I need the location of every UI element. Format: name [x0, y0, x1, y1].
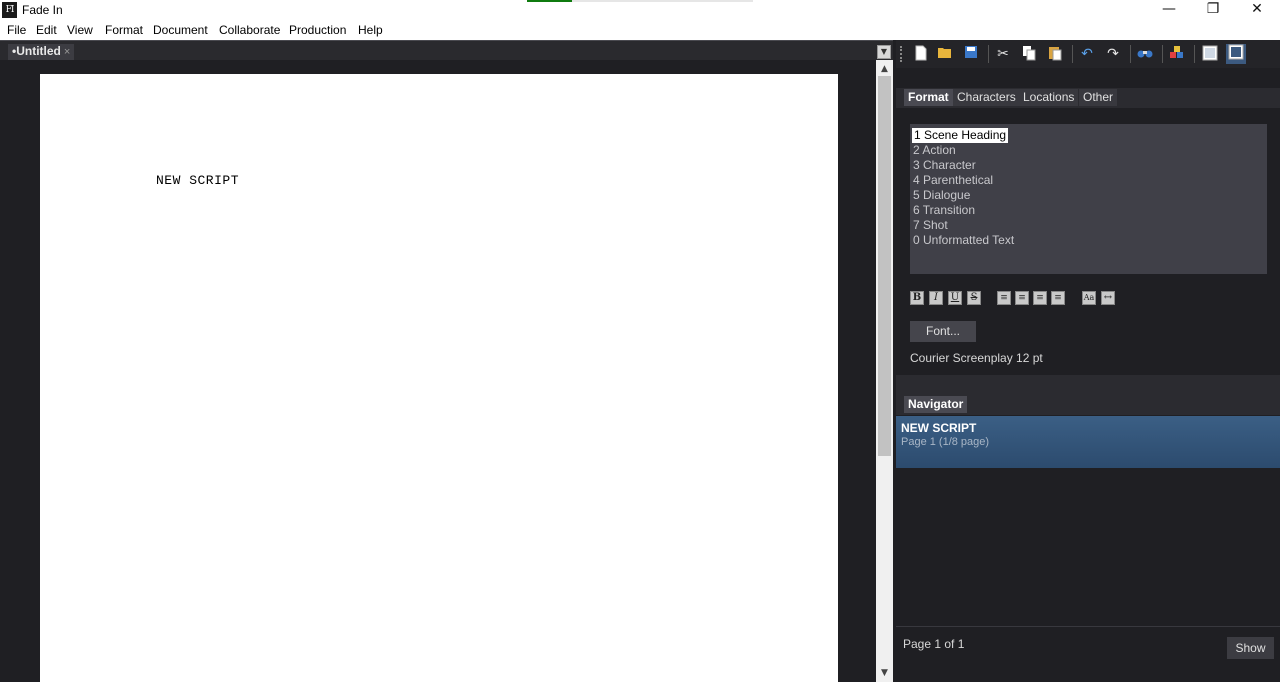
- format-scene-heading[interactable]: 1 Scene Heading: [912, 128, 1009, 143]
- title-bar: FI Fade In — ❐ ✕: [0, 0, 1280, 21]
- align-justify-icon[interactable]: ≡: [1051, 291, 1065, 305]
- menu-format[interactable]: Format: [105, 23, 143, 37]
- menu-production[interactable]: Production: [289, 23, 346, 37]
- tab-locations[interactable]: Locations: [1019, 89, 1079, 106]
- title-progress-fill: [527, 0, 573, 2]
- cut-icon[interactable]: ✂: [994, 45, 1012, 63]
- fade-in-window: FI Fade In — ❐ ✕ File Edit View Format D…: [0, 0, 1280, 682]
- main-toolbar: ✂ ↶ ↷: [896, 40, 1280, 68]
- toolbar-separator: [1194, 45, 1195, 63]
- find-binoculars-icon[interactable]: [1136, 45, 1154, 63]
- page-count-label: Page 1 of 1: [903, 637, 965, 651]
- redo-icon[interactable]: ↷: [1104, 45, 1122, 63]
- element-format-list[interactable]: 1 Scene Heading 2 Action 3 Character 4 P…: [910, 124, 1267, 274]
- format-parenthetical[interactable]: 4 Parenthetical: [912, 173, 1265, 188]
- new-document-icon[interactable]: [912, 45, 930, 63]
- menu-file[interactable]: File: [7, 23, 26, 37]
- format-transition[interactable]: 6 Transition: [912, 203, 1265, 218]
- format-tabs-bar: Format Characters Locations Other: [896, 88, 1280, 108]
- menu-bar: File Edit View Format Document Collabora…: [0, 21, 1280, 40]
- scene-heading-text[interactable]: NEW SCRIPT: [156, 173, 239, 188]
- script-page[interactable]: NEW SCRIPT: [40, 74, 838, 682]
- menu-collaborate[interactable]: Collaborate: [219, 23, 280, 37]
- toolbar-separator: [1162, 45, 1163, 63]
- font-button[interactable]: Font...: [910, 321, 976, 342]
- format-dialogue[interactable]: 5 Dialogue: [912, 188, 1265, 203]
- align-right-icon[interactable]: ≡: [1033, 291, 1047, 305]
- italic-button[interactable]: I: [929, 291, 943, 305]
- title-progress-bar: [527, 0, 753, 2]
- tab-format[interactable]: Format: [904, 89, 953, 106]
- side-panel: ✂ ↶ ↷ Format Characters Locations Other …: [896, 40, 1280, 682]
- tab-other[interactable]: Other: [1079, 89, 1118, 106]
- menu-edit[interactable]: Edit: [36, 23, 57, 37]
- menu-view[interactable]: View: [67, 23, 93, 37]
- navigator-tabs-bar: Navigator: [896, 395, 1280, 415]
- scroll-down-icon[interactable]: ▼: [876, 666, 893, 680]
- menu-document[interactable]: Document: [153, 23, 208, 37]
- change-case-button[interactable]: Aa: [1082, 291, 1096, 305]
- tab-list-dropdown-icon[interactable]: ▼: [877, 45, 891, 59]
- menu-help[interactable]: Help: [358, 23, 383, 37]
- app-logo-icon: FI: [2, 2, 17, 18]
- side-panel-view-icon[interactable]: [1226, 44, 1246, 64]
- tab-navigator[interactable]: Navigator: [904, 396, 968, 413]
- navigator-item[interactable]: NEW SCRIPT Page 1 (1/8 page): [896, 416, 1280, 468]
- open-folder-icon[interactable]: [936, 45, 954, 63]
- highlight-icon[interactable]: [1168, 45, 1186, 63]
- script-editor[interactable]: NEW SCRIPT: [0, 60, 876, 682]
- footer-divider: [896, 626, 1280, 627]
- editor-scrollbar[interactable]: ▲ ▼: [876, 60, 893, 682]
- format-shot[interactable]: 7 Shot: [912, 218, 1265, 233]
- scrollbar-thumb[interactable]: [878, 76, 891, 456]
- single-page-view-icon[interactable]: [1201, 45, 1219, 63]
- tab-characters[interactable]: Characters: [953, 89, 1020, 106]
- copy-icon[interactable]: [1020, 45, 1038, 63]
- bold-button[interactable]: B: [910, 291, 924, 305]
- align-left-icon[interactable]: ≡: [997, 291, 1011, 305]
- close-tab-icon[interactable]: ×: [64, 46, 70, 58]
- paste-icon[interactable]: [1046, 45, 1064, 63]
- close-window-button[interactable]: ✕: [1235, 0, 1279, 21]
- format-character[interactable]: 3 Character: [912, 158, 1265, 173]
- maximize-button[interactable]: ❐: [1191, 0, 1235, 21]
- show-button[interactable]: Show: [1227, 637, 1274, 659]
- toolbar-separator: [1072, 45, 1073, 63]
- format-action[interactable]: 2 Action: [912, 143, 1265, 158]
- strikethrough-button[interactable]: S: [967, 291, 981, 305]
- panel-divider: [896, 375, 1280, 397]
- minimize-button[interactable]: —: [1147, 0, 1191, 21]
- font-info-label: Courier Screenplay 12 pt: [910, 351, 1043, 365]
- toolbar-separator: [1130, 45, 1131, 63]
- toolbar-grip-icon[interactable]: [900, 46, 902, 62]
- document-tab-strip: •Untitled × ▼: [0, 40, 893, 60]
- align-center-icon[interactable]: ≡: [1015, 291, 1029, 305]
- spacing-arrows-icon[interactable]: ↔: [1101, 291, 1115, 305]
- window-title: Fade In: [22, 3, 63, 17]
- document-tab-label: •Untitled: [12, 44, 61, 58]
- toolbar-separator: [988, 45, 989, 63]
- save-icon[interactable]: [962, 45, 980, 63]
- underline-button[interactable]: U: [948, 291, 962, 305]
- document-tab-untitled[interactable]: •Untitled ×: [8, 44, 75, 60]
- undo-icon[interactable]: ↶: [1078, 45, 1096, 63]
- navigator-item-subtitle: Page 1 (1/8 page): [901, 436, 990, 448]
- format-unformatted-text[interactable]: 0 Unformatted Text: [912, 233, 1265, 248]
- scroll-up-icon[interactable]: ▲: [876, 62, 893, 76]
- navigator-item-title: NEW SCRIPT: [901, 421, 977, 435]
